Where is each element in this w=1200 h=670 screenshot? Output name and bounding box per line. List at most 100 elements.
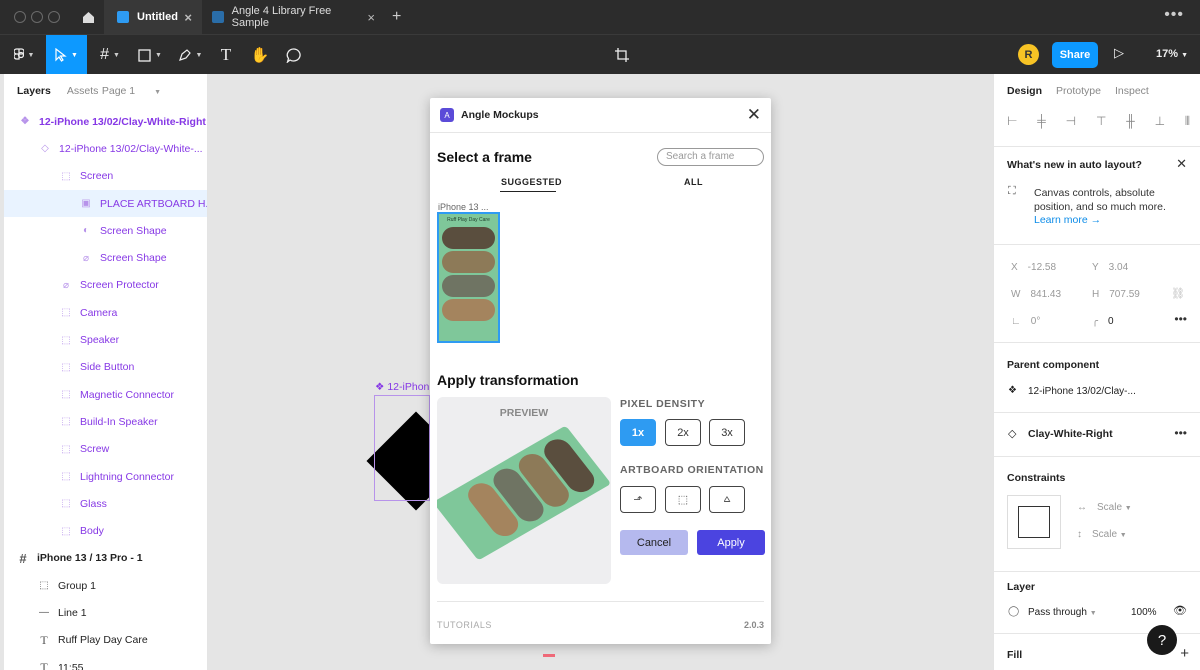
frame-label[interactable]: ❖ 12-iPhon — [375, 381, 429, 393]
help-button[interactable]: ? — [1147, 625, 1177, 655]
layer-item[interactable]: ◇ 12-iPhone 13/02/Clay-White-... — [4, 135, 207, 162]
frame-thumbnail[interactable]: Ruff Play Day Care — [437, 212, 500, 343]
new-tab-icon[interactable]: + — [392, 8, 401, 26]
align-left-icon[interactable]: ⊢ — [1007, 114, 1017, 129]
layer-item[interactable]: ⬚ Side Button — [4, 354, 207, 381]
distribute-icon[interactable]: ⫴ — [1185, 114, 1190, 129]
layer-item[interactable]: ▣ PLACE ARTBOARD H... — [4, 189, 207, 218]
layer-item[interactable]: ⬚ Body — [4, 517, 207, 544]
align-top-icon[interactable]: ⊤ — [1096, 114, 1106, 129]
layer-item[interactable]: ⬚ Speaker — [4, 326, 207, 353]
constraints-widget[interactable] — [1007, 495, 1061, 549]
orientation-flat-button[interactable]: ⩟ — [709, 486, 745, 513]
orientation-left-button[interactable]: ⬏ — [620, 486, 656, 513]
layer-item[interactable]: T 11:55 — [4, 654, 207, 670]
layer-item[interactable]: ⬚ Group 1 — [4, 572, 207, 599]
cancel-button[interactable]: Cancel — [620, 530, 688, 555]
frame-search-input[interactable]: Search a frame — [657, 148, 764, 166]
rotation-field[interactable]: ∟ 0° — [1011, 316, 1040, 327]
hand-tool[interactable]: ✋ — [248, 35, 272, 75]
home-button[interactable] — [72, 0, 104, 34]
page-selector[interactable]: Page 1 ▼ — [102, 85, 177, 97]
density-1x-button[interactable]: 1x — [620, 419, 656, 446]
close-icon[interactable]: ✕ — [747, 105, 761, 125]
w-field[interactable]: W 841.43 — [1011, 289, 1061, 300]
rectangle-icon — [138, 48, 151, 62]
layer-item[interactable]: ⬚ Magnetic Connector — [4, 381, 207, 408]
blend-mode-value: Pass through — [1028, 607, 1087, 618]
opacity-value[interactable]: 100% — [1131, 607, 1157, 618]
pen-tool[interactable]: ▼ — [172, 35, 208, 75]
align-bottom-icon[interactable]: ⊥ — [1155, 114, 1165, 129]
rotation-value: 0° — [1030, 316, 1041, 327]
more-options-icon[interactable]: ••• — [1174, 426, 1187, 440]
close-tab-icon[interactable]: × — [367, 10, 375, 25]
instance-icon: ◇ — [1008, 428, 1017, 440]
more-menu-icon[interactable]: ••• — [1164, 6, 1184, 24]
density-2x-button[interactable]: 2x — [665, 419, 701, 446]
tab-design[interactable]: Design — [1007, 85, 1042, 97]
tab-angle-library[interactable]: Angle 4 Library Free Sample × — [202, 0, 385, 34]
horizontal-constraint-select[interactable]: ↔ Scale ▼ — [1077, 502, 1132, 513]
more-options-icon[interactable]: ••• — [1174, 312, 1187, 326]
x-field[interactable]: X -12.58 — [1011, 262, 1056, 273]
layer-label: 12-iPhone 13/02/Clay-White-Right — [39, 115, 206, 128]
variant-name[interactable]: Clay-White-Right — [1028, 428, 1113, 440]
tab-all[interactable]: ALL — [684, 177, 703, 187]
radius-field[interactable]: ╭ 0 — [1092, 316, 1114, 327]
tutorials-link[interactable]: TUTORIALS — [437, 620, 492, 630]
layer-item[interactable]: ⬚ Build-In Speaker — [4, 408, 207, 435]
tab-untitled[interactable]: Untitled × — [104, 0, 202, 34]
comment-tool[interactable] — [282, 35, 306, 75]
layer-item[interactable]: ⬚ Glass — [4, 490, 207, 517]
present-button[interactable]: ▷ — [1114, 45, 1124, 61]
align-right-icon[interactable]: ⊣ — [1066, 114, 1076, 129]
apply-button[interactable]: Apply — [697, 530, 765, 555]
tab-layers[interactable]: Layers — [17, 85, 51, 97]
layer-item[interactable]: ⬚ Screen — [4, 163, 207, 190]
tab-inspect[interactable]: Inspect — [1115, 85, 1149, 97]
layer-item[interactable]: ⌀ Screen Shape — [4, 244, 207, 271]
tab-prototype[interactable]: Prototype — [1056, 85, 1101, 97]
minimize-window-button[interactable] — [31, 11, 43, 23]
user-avatar[interactable]: R — [1018, 44, 1039, 65]
vertical-constraint-select[interactable]: ↕ Scale ▼ — [1077, 529, 1127, 540]
constrain-proportions-icon[interactable]: ⛓ — [1171, 287, 1185, 300]
h-field[interactable]: H 707.59 — [1092, 289, 1140, 300]
blend-mode-select[interactable]: Pass through ▼ — [1028, 607, 1097, 618]
main-menu-button[interactable]: ▼ — [6, 35, 42, 75]
y-field[interactable]: Y 3.04 — [1092, 262, 1128, 273]
tab-suggested[interactable]: SUGGESTED — [501, 177, 562, 187]
learn-more-link[interactable]: Learn more → — [1034, 214, 1101, 226]
layer-item[interactable]: ◐ Screen Shape — [4, 217, 207, 244]
close-window-button[interactable] — [14, 11, 26, 23]
text-tool[interactable]: T — [214, 35, 238, 75]
move-tool[interactable]: ▼ — [46, 35, 87, 75]
plugin-header: A Angle Mockups ✕ — [430, 98, 771, 133]
align-center-h-icon[interactable]: ╪ — [1037, 114, 1046, 129]
align-middle-icon[interactable]: ╫ — [1126, 114, 1135, 129]
add-fill-icon[interactable]: + — [1180, 645, 1189, 662]
tab-assets[interactable]: Assets — [67, 85, 99, 97]
zoom-window-button[interactable] — [48, 11, 60, 23]
layer-item[interactable]: — Line 1 — [4, 599, 207, 626]
parent-component-name[interactable]: 12-iPhone 13/02/Clay-... — [1028, 386, 1136, 397]
layer-item[interactable]: ⌀ Screen Protector — [4, 272, 207, 299]
close-tab-icon[interactable]: × — [184, 10, 192, 25]
density-3x-button[interactable]: 3x — [709, 419, 745, 446]
crop-tool[interactable] — [610, 35, 634, 75]
eye-icon[interactable]: 👁 — [1173, 604, 1187, 617]
shape-tool[interactable]: ▼ — [132, 35, 168, 75]
layer-item[interactable]: ⬚ Screw — [4, 436, 207, 463]
share-button[interactable]: Share — [1052, 42, 1098, 68]
close-icon[interactable]: ✕ — [1176, 156, 1187, 172]
layer-item[interactable]: ❖ 12-iPhone 13/02/Clay-White-Right — [4, 108, 207, 135]
frame-tool[interactable]: # ▼ — [92, 35, 128, 75]
layer-item[interactable]: # iPhone 13 / 13 Pro - 1 — [4, 545, 207, 572]
layer-item[interactable]: ⬚ Lightning Connector — [4, 463, 207, 490]
orientation-center-button[interactable]: ⬚ — [665, 486, 701, 513]
fill-title: Fill — [1007, 649, 1023, 661]
layer-item[interactable]: T Ruff Play Day Care — [4, 627, 207, 654]
zoom-menu[interactable]: 17% ▼ — [1156, 48, 1188, 60]
layer-item[interactable]: ⬚ Camera — [4, 299, 207, 326]
